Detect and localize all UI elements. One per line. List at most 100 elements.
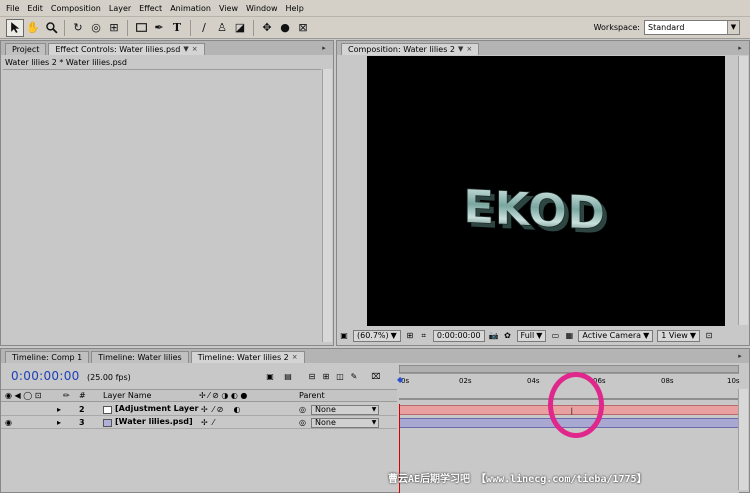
pan-behind-tool-icon[interactable]: ⊞: [105, 19, 123, 37]
effect-controls-panel: Project Effect Controls: Water lilies.ps…: [0, 40, 334, 346]
composition-footer-controls: ▣ (60.7%) ▼ ⊞ ⌗ 0:00:00:00 📷 ✿ Full ▼ ▭ ▦ …: [339, 328, 747, 343]
view-layout-value: 1 View: [661, 330, 688, 340]
show-channel-icon[interactable]: ✿: [503, 331, 513, 341]
parent-select[interactable]: None ▼: [311, 405, 379, 415]
parent-select[interactable]: None ▼: [311, 418, 379, 428]
ruler-label: 08s: [661, 377, 674, 385]
text-tool-icon[interactable]: T: [168, 19, 186, 37]
rectangle-mask-tool-icon[interactable]: [132, 19, 150, 37]
layer-number-header: #: [79, 391, 86, 400]
panel-menu-icon[interactable]: ▸: [735, 43, 745, 53]
expand-triangle-icon[interactable]: ▸: [57, 405, 61, 414]
axis-mode-tertiary-icon[interactable]: ⊠: [294, 19, 312, 37]
new-comp-icon[interactable]: ▤: [283, 371, 293, 381]
menu-animation[interactable]: Animation: [166, 4, 215, 13]
pick-whip-icon[interactable]: ◎: [299, 405, 306, 414]
switches-header-icon: ✢ ⁄ ⊘ ◑ ◐ ●: [199, 391, 248, 400]
frame-blending-icon[interactable]: ⊞: [321, 371, 331, 381]
layer-row[interactable]: ◉ ▸ 3 [Water lilies.psd] ✢ ⁄ ◎ None ▼: [1, 417, 397, 429]
zoom-tool-icon[interactable]: [42, 19, 60, 37]
menu-file[interactable]: File: [2, 4, 23, 13]
zoom-select[interactable]: (60.7%) ▼: [353, 329, 401, 342]
vertical-scrollbar[interactable]: [322, 69, 332, 342]
layer-name[interactable]: [Adjustment Layer: [103, 404, 199, 413]
composition-viewer[interactable]: EKOD EKOD: [367, 56, 725, 326]
camera-select[interactable]: Active Camera ▼: [578, 329, 654, 342]
rotate-tool-icon[interactable]: ↻: [69, 19, 87, 37]
close-icon[interactable]: ×: [292, 352, 298, 363]
timeline-timecode[interactable]: 0:00:00:00: [11, 369, 80, 383]
av-features-header-icon: ◉ ◀ ◯ ⊡: [5, 391, 42, 400]
timeline-tabbar: Timeline: Comp 1 Timeline: Water lilies …: [1, 349, 749, 363]
layer-row[interactable]: ▸ 2 [Adjustment Layer ✢ ⁄ ⊘ ◐ ◎ None ▼: [1, 404, 397, 416]
menu-composition[interactable]: Composition: [47, 4, 105, 13]
layer-name[interactable]: [Water lilies.psd]: [103, 417, 193, 426]
vertical-scrollbar[interactable]: [738, 389, 748, 490]
hand-tool-icon[interactable]: ✋: [24, 19, 42, 37]
playhead-marker-icon[interactable]: ◆: [397, 375, 403, 384]
vertical-scrollbar[interactable]: [738, 56, 748, 325]
visibility-eye-icon[interactable]: ◉: [5, 418, 12, 427]
tab-project[interactable]: Project: [5, 43, 47, 55]
pen-tool-icon[interactable]: ✒: [150, 19, 168, 37]
watermark-text: 曹云AE后期学习吧 【www.linecg.com/tieba/1775】: [388, 474, 647, 485]
brush-tool-icon[interactable]: ∕: [195, 19, 213, 37]
clone-stamp-tool-icon[interactable]: ♙: [213, 19, 231, 37]
panel-menu-icon[interactable]: ▸: [735, 351, 745, 361]
panel-menu-arrow-icon[interactable]: ▼: [458, 44, 463, 55]
comp-timecode: 0:00:00:00: [436, 330, 481, 340]
menu-window[interactable]: Window: [242, 4, 282, 13]
tab-effect-controls-label: Effect Controls: Water lilies.psd: [55, 45, 181, 54]
view-layout-select[interactable]: 1 View ▼: [657, 329, 700, 342]
tab-timeline-water-lilies[interactable]: Timeline: Water lilies: [91, 351, 189, 363]
eraser-tool-icon[interactable]: ◪: [231, 19, 249, 37]
graph-editor-icon[interactable]: ✎: [349, 371, 359, 381]
layer-switches-icon[interactable]: ✢ ⁄: [201, 418, 214, 427]
menu-bar: File Edit Composition Layer Effect Anima…: [0, 0, 750, 17]
tab-timeline-comp-1[interactable]: Timeline: Comp 1: [5, 351, 90, 363]
toolbar-divider: [64, 19, 65, 36]
menu-view[interactable]: View: [215, 4, 242, 13]
current-time-field[interactable]: 0:00:00:00: [432, 329, 485, 342]
chevron-down-icon: ▼: [390, 330, 397, 340]
tab-effect-controls[interactable]: Effect Controls: Water lilies.psd ▼ ×: [48, 43, 205, 55]
panel-menu-arrow-icon[interactable]: ▼: [183, 44, 188, 55]
toolbar-divider: [253, 19, 254, 36]
resolution-select[interactable]: Full ▼: [516, 329, 547, 342]
parent-header: Parent: [299, 391, 325, 400]
safe-zones-icon[interactable]: ⊞: [405, 331, 415, 341]
transparency-grid-icon[interactable]: ▦: [564, 331, 574, 341]
expand-triangle-icon[interactable]: ▸: [57, 418, 61, 427]
pick-whip-icon[interactable]: ◎: [299, 418, 306, 427]
axis-mode-secondary-icon[interactable]: ●: [276, 19, 294, 37]
menu-effect[interactable]: Effect: [135, 4, 166, 13]
comp-marker-icon[interactable]: ▣: [265, 371, 275, 381]
motion-blur-icon[interactable]: ◫: [335, 371, 345, 381]
snapshot-icon[interactable]: 📷: [489, 331, 499, 341]
zoom-value: (60.7%): [357, 330, 389, 340]
region-of-interest-icon[interactable]: ▭: [550, 331, 560, 341]
layer-number: 2: [79, 405, 85, 414]
chevron-down-icon: ▼: [689, 330, 696, 340]
draft-3d-icon[interactable]: ⊟: [307, 371, 317, 381]
menu-help[interactable]: Help: [282, 4, 308, 13]
tab-composition[interactable]: Composition: Water lilies 2 ▼ ×: [341, 43, 480, 55]
layer-switches-icon[interactable]: ✢ ⁄ ⊘ ◐: [201, 405, 241, 414]
menu-edit[interactable]: Edit: [23, 4, 47, 13]
toggle-view-icon[interactable]: ⊡: [704, 331, 714, 341]
orbit-camera-tool-icon[interactable]: ◎: [87, 19, 105, 37]
title-action-safe-icon[interactable]: ⌗: [419, 331, 429, 341]
menu-layer[interactable]: Layer: [105, 4, 135, 13]
workspace-select[interactable]: Standard ▼: [644, 20, 740, 35]
tab-timeline-comp-1-label: Timeline: Comp 1: [12, 353, 83, 362]
axis-mode-icon[interactable]: ✥: [258, 19, 276, 37]
layer-column-headers: ◉ ◀ ◯ ⊡ ✏ # Layer Name ✢ ⁄ ⊘ ◑ ◐ ● Paren…: [1, 389, 397, 402]
layer-name-header[interactable]: Layer Name: [103, 391, 151, 400]
panel-menu-icon[interactable]: ▸: [319, 43, 329, 53]
tab-timeline-water-lilies-2[interactable]: Timeline: Water lilies 2 ×: [190, 351, 305, 363]
close-icon[interactable]: ×: [466, 44, 472, 55]
selection-tool-icon[interactable]: [6, 18, 24, 37]
always-preview-icon[interactable]: ▣: [339, 331, 349, 341]
close-icon[interactable]: ×: [192, 44, 198, 55]
brainstorm-icon[interactable]: ⌧: [371, 371, 381, 381]
